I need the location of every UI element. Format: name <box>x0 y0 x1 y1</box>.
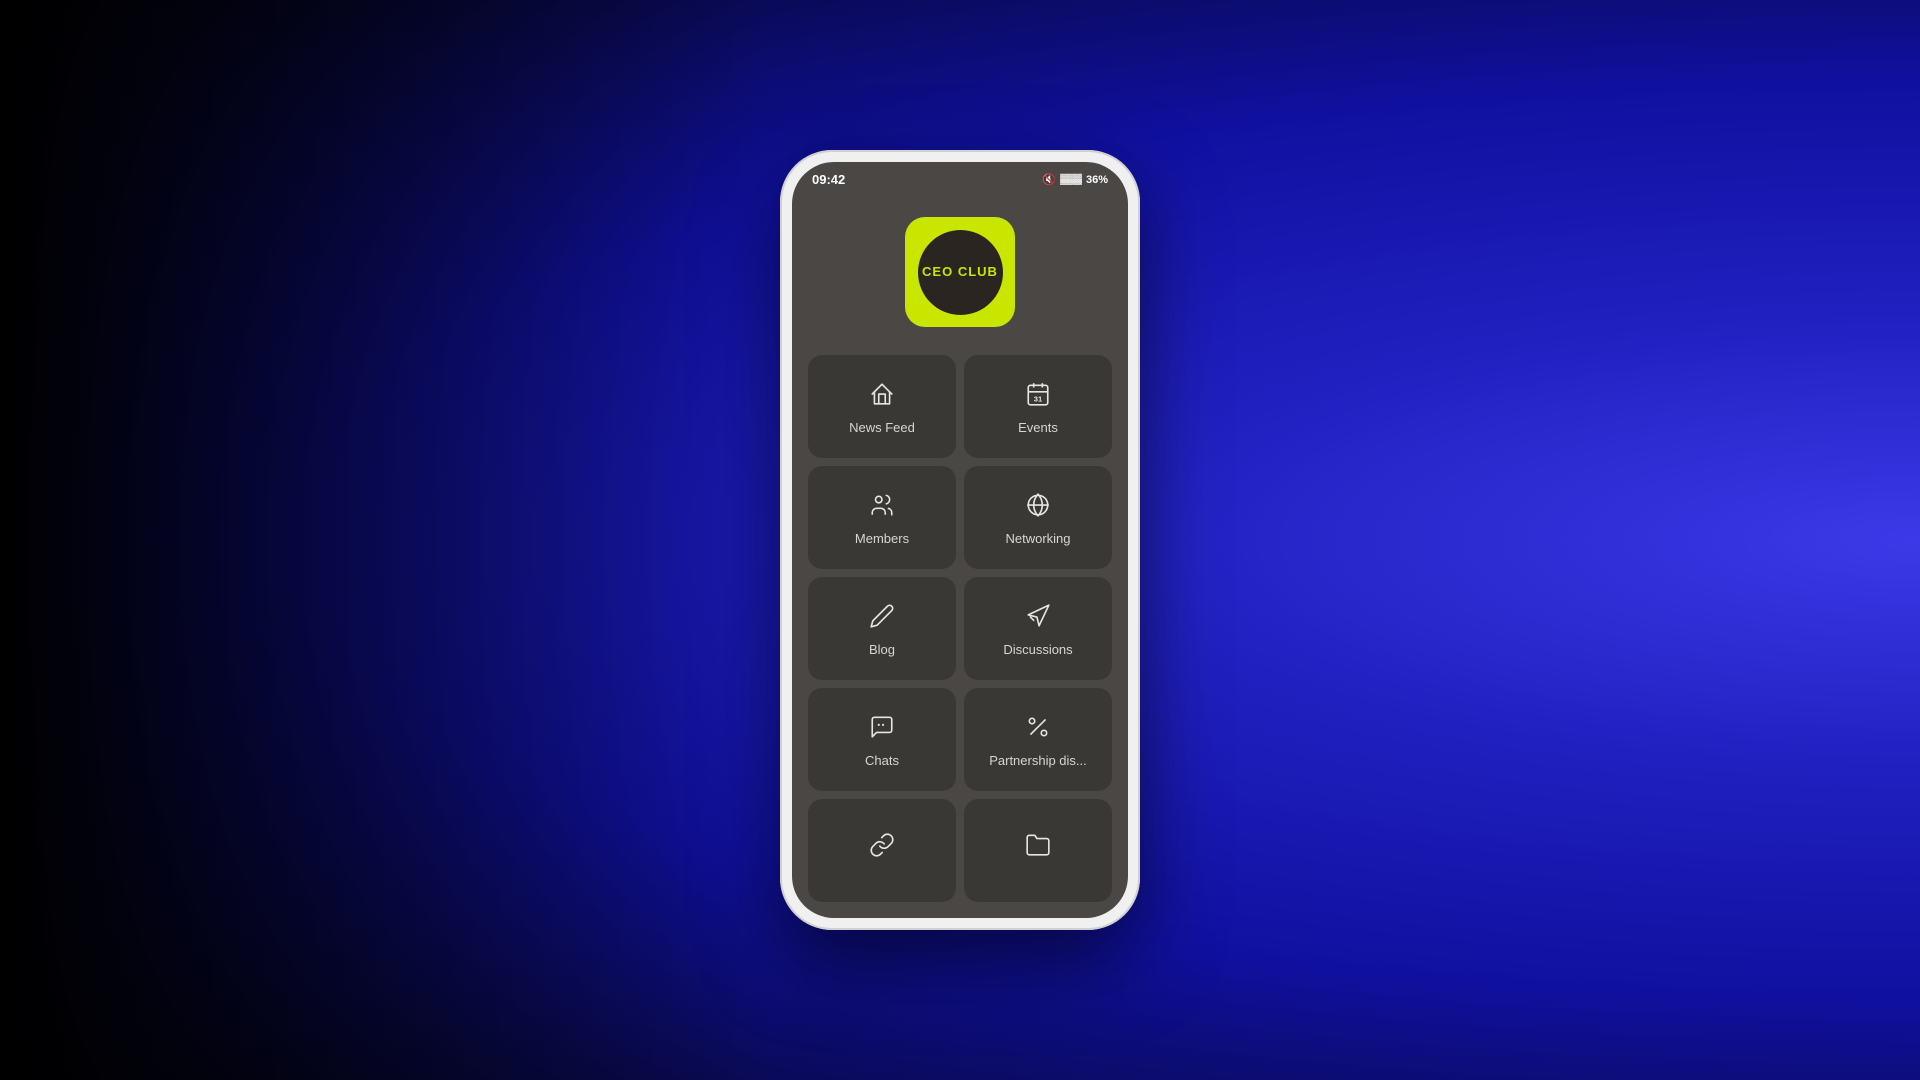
menu-item-members[interactable]: Members <box>808 466 956 569</box>
phone-frame: 09:42 🔇 ▓▓▓ 36% CEO CLUB <box>780 150 1140 930</box>
calendar-icon: 31 <box>1025 381 1051 412</box>
menu-item-folder[interactable] <box>964 799 1112 902</box>
status-right: 🔇 ▓▓▓ 36% <box>1042 173 1108 186</box>
networking-label: Networking <box>1005 531 1070 546</box>
logo-area: CEO CLUB <box>792 193 1128 355</box>
discussions-label: Discussions <box>1003 642 1072 657</box>
battery-indicator: 36% <box>1086 174 1108 186</box>
menu-item-blog[interactable]: Blog <box>808 577 956 680</box>
status-bar: 09:42 🔇 ▓▓▓ 36% <box>792 162 1128 193</box>
menu-item-partnership[interactable]: Partnership dis... <box>964 688 1112 791</box>
status-time: 09:42 <box>812 172 845 187</box>
phone-screen: 09:42 🔇 ▓▓▓ 36% CEO CLUB <box>792 162 1128 918</box>
link-icon <box>869 832 895 863</box>
svg-text:31: 31 <box>1034 394 1042 403</box>
menu-item-networking[interactable]: Networking <box>964 466 1112 569</box>
menu-item-chats[interactable]: Chats <box>808 688 956 791</box>
menu-item-news-feed[interactable]: News Feed <box>808 355 956 458</box>
signal-icon: ▓▓▓ <box>1060 174 1082 185</box>
mute-icon: 🔇 <box>1042 173 1056 186</box>
logo-box: CEO CLUB <box>905 217 1015 327</box>
percent-icon <box>1025 714 1051 745</box>
people-icon <box>869 492 895 523</box>
megaphone-icon <box>1025 603 1051 634</box>
logo-circle: CEO CLUB <box>918 230 1003 315</box>
blog-label: Blog <box>869 642 895 657</box>
members-label: Members <box>855 531 909 546</box>
chats-label: Chats <box>865 753 899 768</box>
bottom-spacer <box>792 902 1128 918</box>
menu-item-discussions[interactable]: Discussions <box>964 577 1112 680</box>
partnership-label: Partnership dis... <box>989 753 1087 768</box>
menu-item-links[interactable] <box>808 799 956 902</box>
events-label: Events <box>1018 420 1058 435</box>
home-icon <box>869 381 895 412</box>
logo-text: CEO CLUB <box>922 264 998 280</box>
pencil-icon <box>869 603 895 634</box>
menu-grid: News Feed 31 Events <box>792 355 1128 902</box>
chat-icon <box>869 714 895 745</box>
folder-icon <box>1025 832 1051 863</box>
menu-item-events[interactable]: 31 Events <box>964 355 1112 458</box>
news-feed-label: News Feed <box>849 420 915 435</box>
globe-icon <box>1025 492 1051 523</box>
